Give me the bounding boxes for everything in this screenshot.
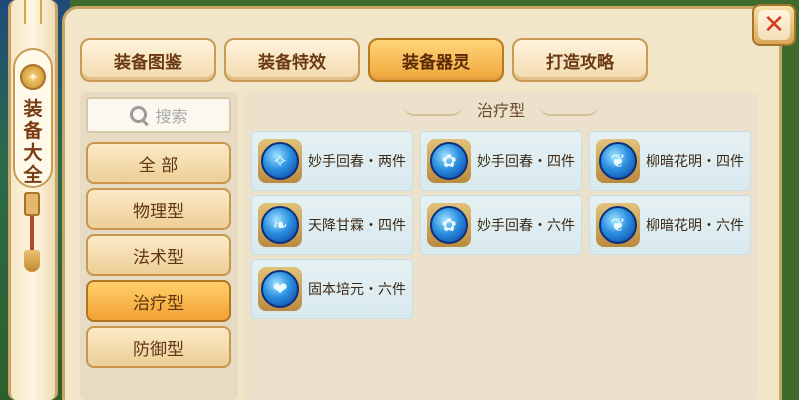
spine-banner: ✦ 装备大全: [13, 48, 53, 188]
close-button[interactable]: ✕: [752, 4, 796, 46]
tab-equipment-effects[interactable]: 装备特效: [224, 38, 360, 82]
category-physical[interactable]: 物理型: [86, 188, 231, 230]
card-label: 妙手回春・两件: [308, 154, 406, 170]
spirit-card[interactable]: ❦ 柳暗花明・四件: [589, 131, 751, 191]
spirit-card[interactable]: ❦ 柳暗花明・六件: [589, 195, 751, 255]
tab-bar: 装备图鉴 装备特效 装备器灵 打造攻略: [80, 38, 648, 84]
spirit-card[interactable]: ✿ 妙手回春・六件: [420, 195, 582, 255]
swirl-ornament-icon: [402, 102, 463, 116]
spine-ornament: [24, 0, 42, 24]
section-title: 治疗型: [476, 101, 525, 120]
feather-icon: ✧: [258, 139, 302, 183]
heart-wave-icon: ❤: [258, 267, 302, 311]
search-input[interactable]: 搜索: [86, 97, 231, 133]
sparkle-flower-icon: ✿: [427, 203, 471, 247]
card-label: 天降甘霖・四件: [308, 218, 406, 234]
close-icon: ✕: [758, 10, 790, 40]
category-all[interactable]: 全 部: [86, 142, 231, 184]
card-label: 柳暗花明・六件: [646, 218, 744, 234]
card-label: 妙手回春・六件: [477, 218, 575, 234]
swirl-ornament-icon: [539, 102, 599, 116]
sparkle-flower-icon: ✿: [427, 139, 471, 183]
willow-icon: ❦: [596, 203, 640, 247]
sprout-icon: ❧: [258, 203, 302, 247]
tab-equipment-spirit[interactable]: 装备器灵: [368, 38, 504, 82]
spirit-card[interactable]: ✧ 妙手回春・两件: [251, 131, 413, 191]
willow-icon: ❦: [596, 139, 640, 183]
tassel-icon: [24, 250, 40, 272]
search-placeholder: 搜索: [155, 107, 188, 126]
spirit-card[interactable]: ❧ 天降甘霖・四件: [251, 195, 413, 255]
category-defense[interactable]: 防御型: [86, 326, 231, 368]
spirit-card[interactable]: ❤ 固本培元・六件: [251, 259, 413, 319]
tassel-knot-icon: [24, 192, 40, 216]
category-magic[interactable]: 法术型: [86, 234, 231, 276]
card-label: 柳暗花明・四件: [646, 154, 744, 170]
medallion-icon: ✦: [20, 64, 46, 90]
card-label: 妙手回春・四件: [477, 154, 575, 170]
tab-equipment-catalog[interactable]: 装备图鉴: [80, 38, 216, 82]
section-header: 治疗型: [244, 96, 758, 122]
card-label: 固本培元・六件: [308, 282, 406, 298]
spine-title: 装备大全: [23, 98, 43, 186]
tab-crafting-guide[interactable]: 打造攻略: [512, 38, 648, 82]
search-icon: [129, 105, 149, 125]
category-healing[interactable]: 治疗型: [86, 280, 231, 322]
spirit-card[interactable]: ✿ 妙手回春・四件: [420, 131, 582, 191]
